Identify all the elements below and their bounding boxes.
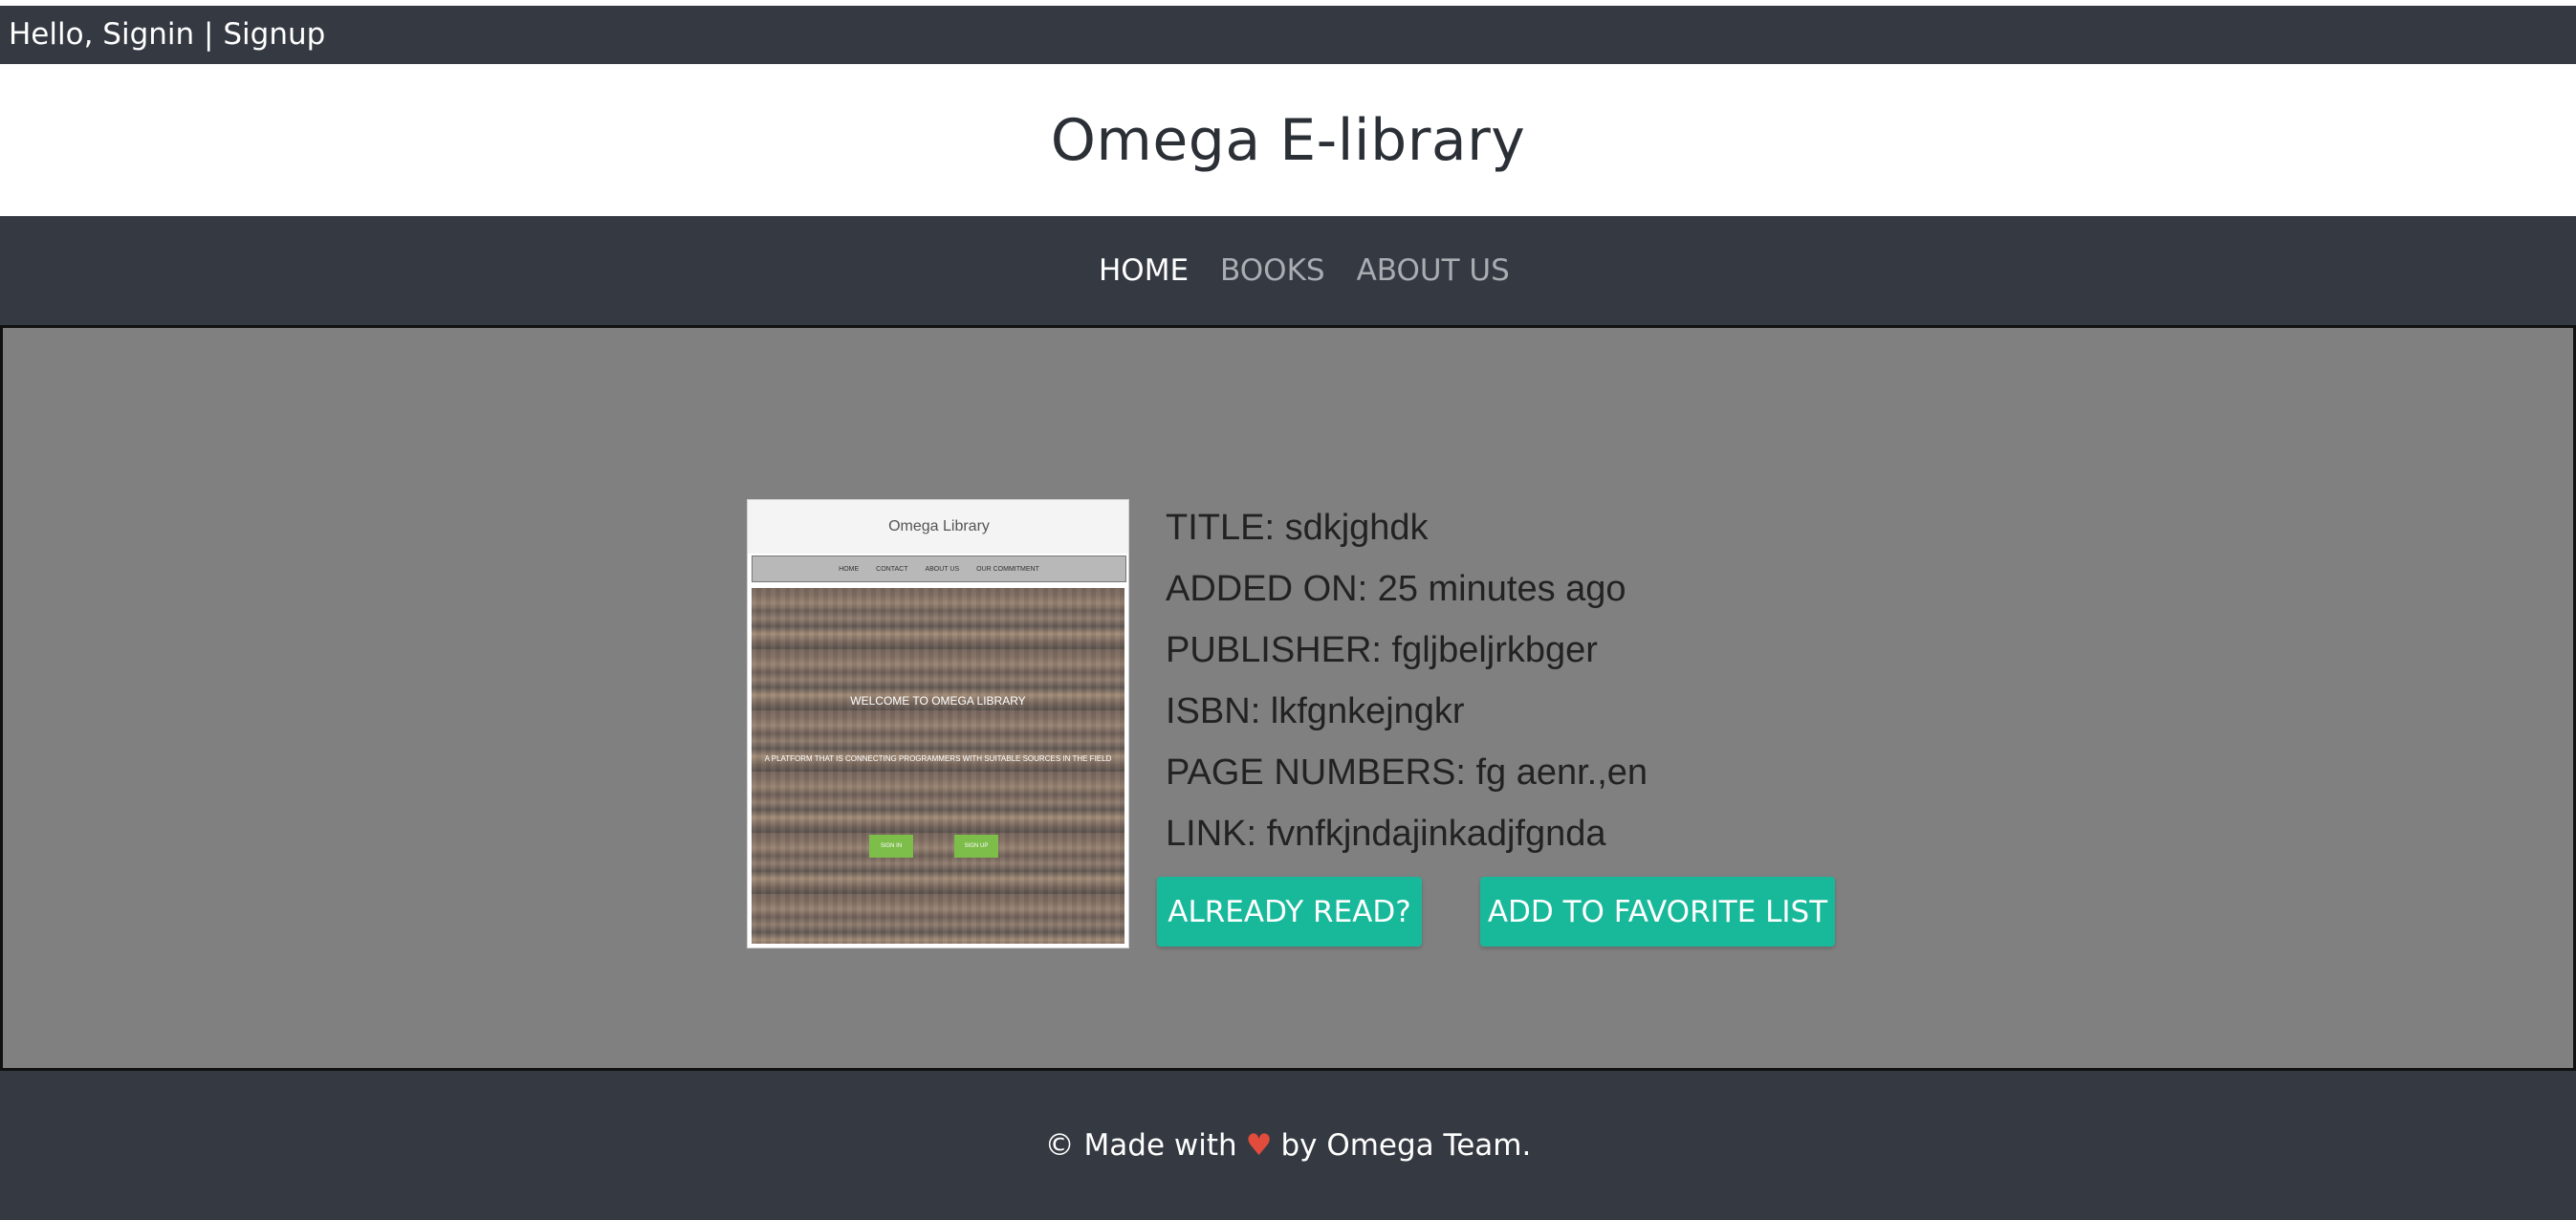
cover-nav-home: HOME [839,565,860,573]
main-navigation: HOME BOOKS ABOUT US [0,216,2576,325]
cover-header: Omega Library [748,500,1128,554]
navigation-links: HOME BOOKS ABOUT US [1099,216,1541,325]
cover-signin-button: SIGN IN [869,835,913,858]
book-added-on: ADDED ON: 25 minutes ago [1166,569,1626,609]
book-link: LINK: fvnfkjndajinkadjfgnda [1166,814,1606,854]
cover-signup-button: SIGN UP [954,835,998,858]
nav-home-link[interactable]: HOME [1099,253,1189,288]
cover-nav-contact: CONTACT [876,565,908,573]
book-details: TITLE: sdkjghdk ADDED ON: 25 minutes ago… [1166,497,1931,864]
cover-navigation: HOME CONTACT ABOUT US OUR COMMITMENT [752,556,1126,582]
bookshelf-image: WELCOME TO OMEGA LIBRARY A PLATFORM THAT… [752,588,1124,944]
cover-subheadline: A PLATFORM THAT IS CONNECTING PROGRAMMER… [764,754,1112,763]
signup-link[interactable]: Signup [223,17,325,52]
app-page: Hello, Signin | Signup Omega E-library H… [0,0,2576,1220]
site-footer: © Made with ♥ by Omega Team. [0,1071,2576,1220]
book-cover-image: Omega Library HOME CONTACT ABOUT US OUR … [747,499,1129,948]
signin-link[interactable]: Signin [102,17,194,52]
already-read-button[interactable]: ALREADY READ? [1157,877,1422,947]
heart-icon: ♥ [1245,1128,1273,1163]
cover-headline: WELCOME TO OMEGA LIBRARY [850,694,1026,708]
greeting-text: Hello, [9,17,94,52]
footer-suffix: by Omega Team. [1280,1128,1532,1163]
cover-nav-about: ABOUT US [925,565,960,573]
book-isbn: ISBN: lkfgnkejngkr [1166,691,1465,731]
auth-links: Hello, Signin | Signup [9,6,325,64]
nav-books-link[interactable]: BOOKS [1220,253,1325,288]
cover-overlay [752,588,1124,944]
auth-separator: | [204,17,214,52]
add-to-favorite-button[interactable]: ADD TO FAVORITE LIST [1480,877,1835,947]
footer-prefix: © Made with [1044,1128,1237,1163]
top-bar: Hello, Signin | Signup [0,6,2576,64]
nav-about-link[interactable]: ABOUT US [1357,253,1510,288]
site-header: Omega E-library [0,64,2576,216]
cover-header-title: Omega Library [888,518,990,534]
book-page-numbers: PAGE NUMBERS: fg aenr.,en [1166,752,1648,793]
cover-nav-commitment: OUR COMMITMENT [976,565,1039,573]
site-title: Omega E-library [1050,106,1526,174]
book-title: TITLE: sdkjghdk [1166,508,1429,548]
book-publisher: PUBLISHER: fgljbeljrkbger [1166,630,1598,670]
